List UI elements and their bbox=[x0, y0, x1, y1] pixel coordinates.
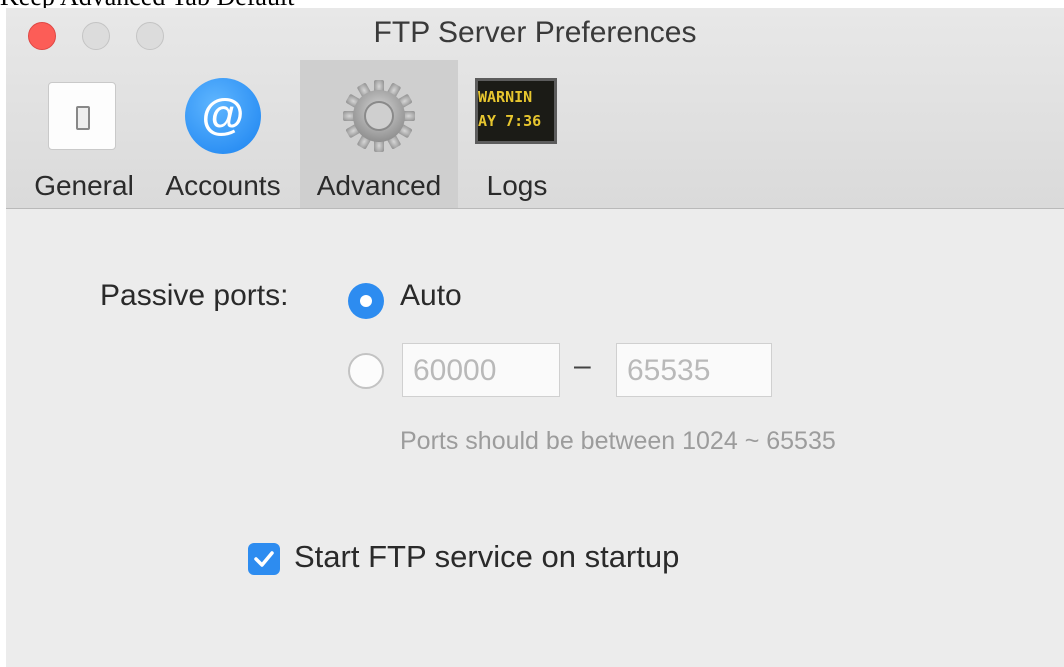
port-range-start-field[interactable]: 60000 bbox=[402, 343, 560, 397]
tab-advanced-label: Advanced bbox=[316, 170, 442, 201]
tab-general[interactable]: General bbox=[20, 60, 148, 208]
gear-icon bbox=[339, 76, 419, 156]
tab-general-label: General bbox=[34, 170, 134, 201]
port-range-end-field[interactable]: 65535 bbox=[616, 343, 772, 397]
auto-ports-radio[interactable] bbox=[348, 283, 384, 319]
tab-accounts-label: Accounts bbox=[165, 170, 281, 201]
titlebar: FTP Server Preferences General @ Account… bbox=[6, 8, 1064, 209]
start-on-startup-label[interactable]: Start FTP service on startup bbox=[294, 539, 679, 575]
log-screen-line-1: WARNIN bbox=[478, 88, 533, 106]
advanced-panel: Passive ports: Auto 60000 – 65535 Ports … bbox=[6, 209, 1064, 667]
custom-ports-radio[interactable] bbox=[348, 353, 384, 389]
port-range-hint: Ports should be between 1024 ~ 65535 bbox=[400, 427, 836, 455]
at-sign-icon: @ bbox=[183, 76, 263, 156]
passive-ports-label: Passive ports: bbox=[100, 279, 289, 312]
preferences-window: FTP Server Preferences General @ Account… bbox=[6, 8, 1064, 667]
log-console-icon: WARNIN AY 7:36 bbox=[475, 76, 557, 156]
port-range-separator: – bbox=[574, 349, 591, 382]
tab-logs-label: Logs bbox=[486, 170, 548, 201]
log-screen-line-2: AY 7:36 bbox=[478, 112, 542, 130]
tab-advanced[interactable]: Advanced bbox=[300, 60, 458, 208]
tab-logs[interactable]: WARNIN AY 7:36 Logs bbox=[468, 60, 566, 208]
toggle-switch-icon bbox=[44, 76, 124, 156]
start-on-startup-checkbox[interactable] bbox=[248, 543, 280, 575]
window-title: FTP Server Preferences bbox=[373, 16, 697, 49]
auto-ports-radio-label[interactable]: Auto bbox=[400, 279, 462, 313]
checkmark-icon bbox=[254, 551, 274, 567]
tab-accounts[interactable]: @ Accounts bbox=[156, 60, 290, 208]
